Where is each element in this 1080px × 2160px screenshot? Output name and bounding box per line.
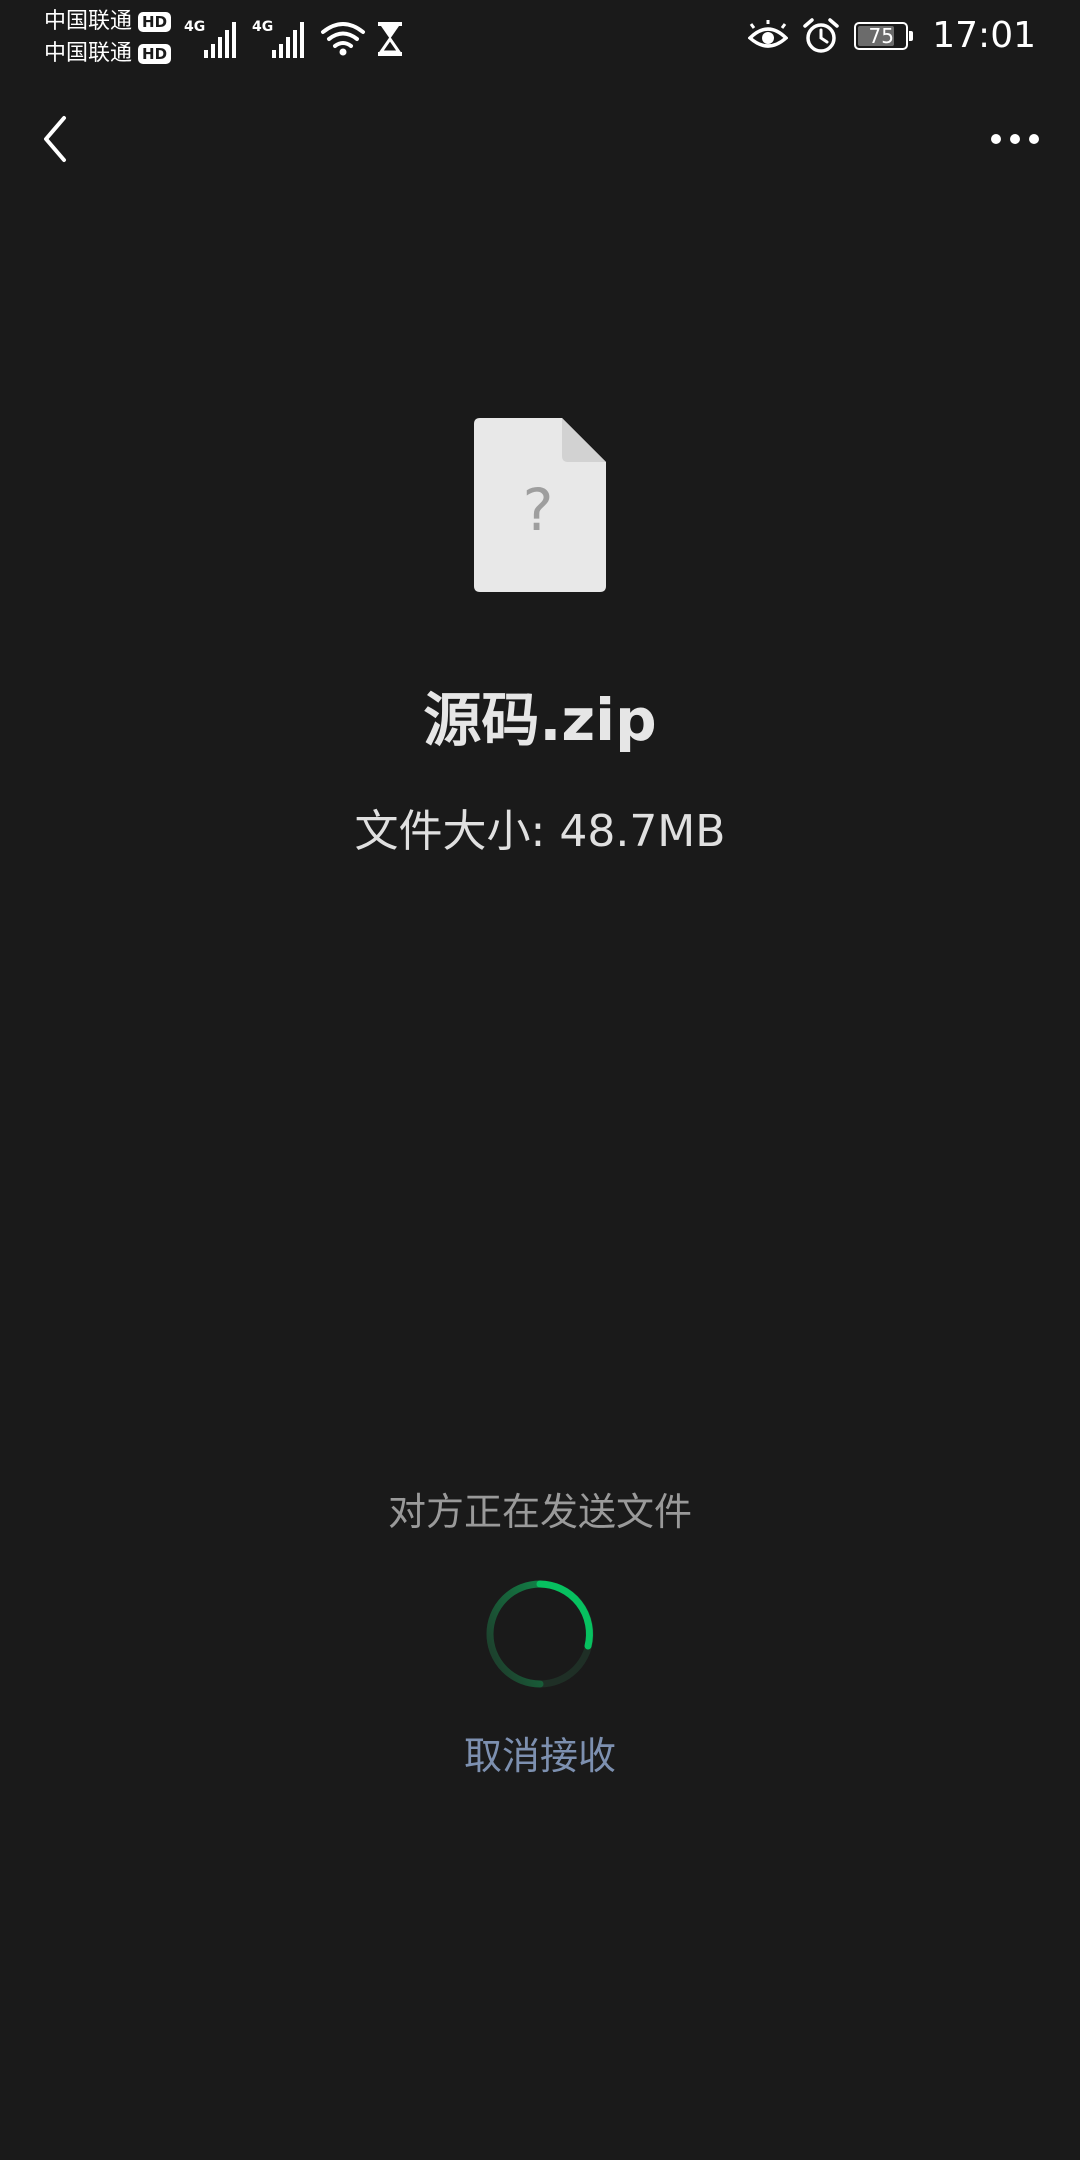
cancel-receive-button[interactable]: 取消接收 xyxy=(440,1728,640,1784)
file-name: 源码.zip xyxy=(423,686,657,754)
carrier-info: 中国联通 HD 中国联通 HD xyxy=(44,6,184,70)
carrier-name: 中国联通 xyxy=(44,41,133,66)
more-horizontal-icon xyxy=(991,134,1039,144)
hd-badge: HD xyxy=(138,44,172,64)
back-button[interactable] xyxy=(30,104,80,174)
network-type-label: 4G xyxy=(184,19,206,35)
carrier-row: 中国联通 HD xyxy=(44,38,184,70)
battery-level: 75 xyxy=(868,24,894,48)
hd-badge: HD xyxy=(138,12,172,32)
carrier-row: 中国联通 HD xyxy=(44,6,184,38)
cellular-signal-1: 4G xyxy=(184,18,242,58)
status-right: 75 17:01 xyxy=(748,10,1036,62)
chevron-left-icon xyxy=(44,116,66,162)
wifi-icon xyxy=(321,22,365,56)
cellular-signal-2: 4G xyxy=(252,18,310,58)
network-type-label: 4G xyxy=(252,19,274,35)
hourglass-icon xyxy=(378,22,402,56)
transfer-status-text: 对方正在发送文件 xyxy=(387,1490,692,1534)
file-icon-glyph: ? xyxy=(523,476,554,544)
more-options-button[interactable] xyxy=(980,114,1050,164)
clock: 17:01 xyxy=(932,15,1036,56)
signal-indicators: 4G 4G xyxy=(184,12,404,58)
alarm-clock-icon xyxy=(803,18,839,53)
battery-icon: 75 xyxy=(854,22,914,50)
unknown-file-icon: ? xyxy=(474,418,606,592)
file-size: 文件大小: 48.7MB xyxy=(354,806,726,857)
status-bar: 中国联通 HD 中国联通 HD 4G 4G 75 17:01 xyxy=(0,0,1080,70)
eye-icon xyxy=(748,20,789,48)
loading-spinner-icon xyxy=(486,1580,594,1688)
carrier-name: 中国联通 xyxy=(44,9,133,34)
